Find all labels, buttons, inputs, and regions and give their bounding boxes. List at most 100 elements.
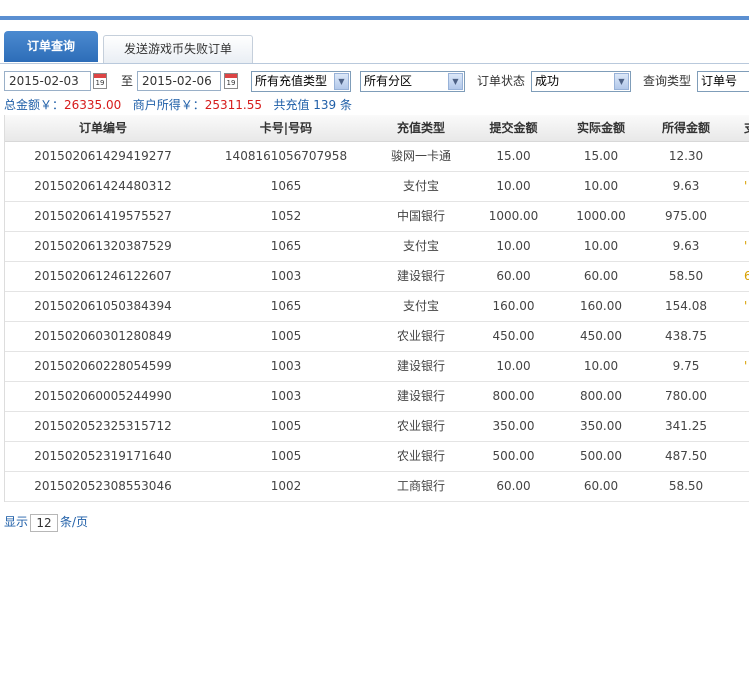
earned-amount-cell: 341.25	[665, 419, 707, 433]
table-row[interactable]: 201502060301280849 1005 农业银行 450.00 450.00 43…	[5, 322, 749, 352]
table-row[interactable]: 201502061320387529 1065 支付宝 10.00 10.00 9.63 '	[5, 232, 749, 262]
recharge-type-cell: 支付宝	[402, 299, 439, 313]
recharge-type-cell: 农业银行	[396, 449, 445, 463]
actual-amount-cell: 15.00	[583, 149, 619, 163]
chevron-down-icon: ▼	[334, 73, 349, 90]
submit-amount-cell: 10.00	[496, 359, 531, 373]
card-number-cell: 1003	[270, 359, 302, 373]
table-row[interactable]: 201502061419575527 1052 中国银行 1000.00 1000.00…	[5, 202, 749, 232]
table-row[interactable]: 201502060005244990 1003 建设银行 800.00 800.00 78…	[5, 382, 749, 412]
order-status-select[interactable]: 成功 ▼	[531, 71, 631, 92]
table-row[interactable]: 201502061429419277 1408161056707958 骏网一卡通 1…	[5, 142, 749, 172]
actual-amount-cell: 10.00	[583, 179, 619, 193]
actual-amount-cell: 350.00	[580, 419, 622, 433]
earned-amount-cell: 975.00	[665, 209, 707, 223]
column-header[interactable]: 实际金额	[556, 115, 646, 141]
total-amount-value: 26335.00	[64, 98, 122, 112]
page-size-input[interactable]	[30, 513, 59, 532]
query-type-value: 订单号	[701, 74, 738, 88]
submit-amount-cell: 450.00	[492, 329, 535, 343]
extra-cell	[726, 472, 749, 501]
earned-amount-cell: 487.50	[665, 449, 707, 463]
query-type-label: 查询类型	[643, 74, 692, 88]
actual-amount-cell: 450.00	[580, 329, 622, 343]
card-number-cell: 1065	[270, 179, 302, 193]
earned-amount-cell: 12.30	[668, 149, 704, 163]
tab-order-query[interactable]: 订单查询	[4, 31, 98, 62]
merchant-earnings-value: 25311.55	[204, 98, 263, 112]
region-value: 所有分区	[364, 74, 413, 88]
card-number-cell: 1005	[270, 419, 302, 433]
filter-bar: 2015-02-03 19 至 2015-02-06 19 所有充值类型 ▼ 所…	[0, 70, 749, 94]
date-range-separator: 至	[121, 74, 134, 88]
extra-cell: '	[744, 359, 748, 373]
order-number-cell: 201502061429419277	[34, 149, 172, 163]
table-row[interactable]: 201502061424480312 1065 支付宝 10.00 10.00 9.63 '	[5, 172, 749, 202]
recharge-type-cell: 支付宝	[402, 179, 439, 193]
earned-amount-cell: 9.63	[672, 179, 700, 193]
earned-amount-cell: 58.50	[668, 479, 704, 493]
submit-amount-cell: 350.00	[492, 419, 535, 433]
recharge-type-cell: 骏网一卡通	[390, 149, 451, 163]
column-header[interactable]: 卡号|号码	[201, 115, 371, 141]
table-row[interactable]: 201502060228054599 1003 建设银行 10.00 10.00 9.75…	[5, 352, 749, 382]
end-date-input[interactable]: 2015-02-06	[137, 71, 221, 91]
pager-show-label: 显示	[4, 515, 29, 529]
table-row[interactable]: 201502061246122607 1003 建设银行 60.00 60.00 58.5…	[5, 262, 749, 292]
extra-cell	[726, 412, 749, 441]
table-row[interactable]: 201502061050384394 1065 支付宝 160.00 160.00 154…	[5, 292, 749, 322]
earned-amount-cell: 154.08	[665, 299, 707, 313]
card-number-cell: 1002	[270, 479, 302, 493]
submit-amount-cell: 15.00	[496, 149, 531, 163]
actual-amount-cell: 500.00	[580, 449, 622, 463]
order-status-label: 订单状态	[477, 74, 526, 88]
submit-amount-cell: 60.00	[496, 269, 531, 283]
column-header[interactable]: 订单编号	[5, 115, 201, 141]
card-number-cell: 1065	[270, 299, 302, 313]
order-number-cell: 201502061320387529	[34, 239, 172, 253]
start-date-input[interactable]: 2015-02-03	[4, 71, 91, 91]
extra-cell	[726, 442, 749, 471]
extra-cell: 6	[744, 269, 749, 283]
order-number-cell: 201502061050384394	[34, 299, 172, 313]
card-number-cell: 1005	[270, 329, 302, 343]
table-row[interactable]: 201502052308553046 1002 工商银行 60.00 60.00 58.5…	[5, 472, 749, 502]
calendar-icon[interactable]: 19	[224, 73, 238, 89]
calendar-icon[interactable]: 19	[93, 73, 107, 89]
actual-amount-cell: 10.00	[583, 359, 619, 373]
recharge-type-cell: 农业银行	[396, 329, 445, 343]
order-number-cell: 201502061419575527	[34, 209, 172, 223]
tab-failed-coin-orders[interactable]: 发送游戏币失败订单	[103, 35, 253, 63]
tab-bar: 订单查询 发送游戏币失败订单	[0, 31, 749, 64]
actual-amount-cell: 60.00	[583, 479, 619, 493]
actual-amount-cell: 1000.00	[576, 209, 626, 223]
table-row[interactable]: 201502052325315712 1005 农业银行 350.00 350.00 34…	[5, 412, 749, 442]
recharge-type-cell: 农业银行	[396, 419, 445, 433]
recharge-type-cell: 建设银行	[396, 389, 445, 403]
submit-amount-cell: 60.00	[496, 479, 531, 493]
actual-amount-cell: 10.00	[583, 239, 619, 253]
table-row[interactable]: 201502052319171640 1005 农业银行 500.00 500.00 48…	[5, 442, 749, 472]
card-number-cell: 1408161056707958	[224, 149, 348, 163]
region-select[interactable]: 所有分区 ▼	[360, 71, 465, 92]
recharge-count: 共充值 139 条	[273, 98, 353, 112]
earned-amount-cell: 780.00	[665, 389, 707, 403]
card-number-cell: 1005	[270, 449, 302, 463]
query-type-select[interactable]: 订单号	[697, 71, 749, 92]
extra-cell: '	[744, 299, 748, 313]
recharge-type-cell: 中国银行	[396, 209, 445, 223]
order-number-cell: 201502060228054599	[34, 359, 172, 373]
extra-cell: '	[744, 239, 748, 253]
order-status-value: 成功	[535, 74, 560, 88]
column-header[interactable]: 提交金额	[471, 115, 556, 141]
orders-table: 订单编号 卡号|号码 充值类型 提交金额 实际金额 所得金额 支 2015020…	[4, 115, 749, 502]
submit-amount-cell: 160.00	[492, 299, 535, 313]
total-amount-label: 总金额￥：	[4, 98, 65, 112]
merchant-earnings-label: 商户所得￥：	[132, 98, 205, 112]
extra-cell	[726, 142, 749, 171]
column-header[interactable]: 所得金额	[646, 115, 726, 141]
column-header[interactable]: 支	[726, 115, 749, 141]
recharge-type-select[interactable]: 所有充值类型 ▼	[251, 71, 351, 92]
table-header: 订单编号 卡号|号码 充值类型 提交金额 实际金额 所得金额 支	[5, 115, 749, 142]
column-header[interactable]: 充值类型	[371, 115, 471, 141]
